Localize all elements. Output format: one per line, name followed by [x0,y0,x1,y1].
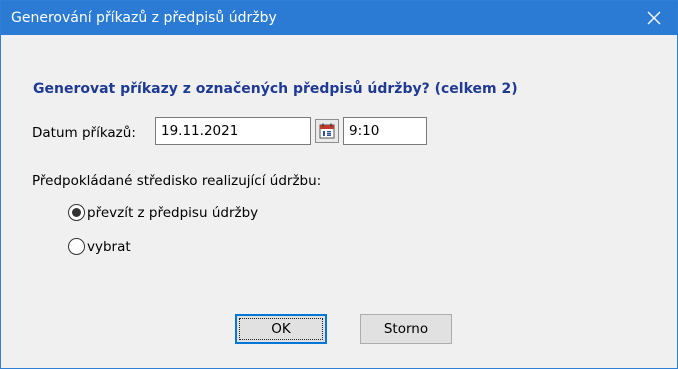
close-button[interactable] [631,1,677,35]
cancel-button[interactable]: Storno [360,314,452,344]
cancel-button-label: Storno [383,321,429,337]
ok-button[interactable]: OK [235,314,327,344]
date-label: Datum příkazů: [32,125,136,141]
confirm-question: Generovat příkazy z označených předpisů … [33,81,518,97]
window-title: Generování příkazů z předpisů údržby [11,10,277,26]
option-select-label: vybrat [87,238,131,255]
option-take-from-plan[interactable]: převzít z předpisu údržby [68,204,258,221]
radio-select[interactable] [68,238,85,255]
option-select[interactable]: vybrat [68,238,131,255]
option-take-from-plan-label: převzít z předpisu údržby [87,204,259,221]
close-icon [647,11,661,25]
calendar-icon [319,123,335,139]
dialog-window: Generování příkazů z předpisů údržby Gen… [0,0,678,369]
radio-take-from-plan[interactable] [68,204,85,221]
time-input[interactable]: 9:10 [343,117,427,145]
focus-ring [239,318,323,340]
calendar-button[interactable] [315,119,339,143]
center-label: Předpokládané středisko realizující údrž… [32,173,322,189]
title-bar[interactable]: Generování příkazů z předpisů údržby [1,1,677,35]
date-input[interactable]: 19.11.2021 [155,117,311,145]
